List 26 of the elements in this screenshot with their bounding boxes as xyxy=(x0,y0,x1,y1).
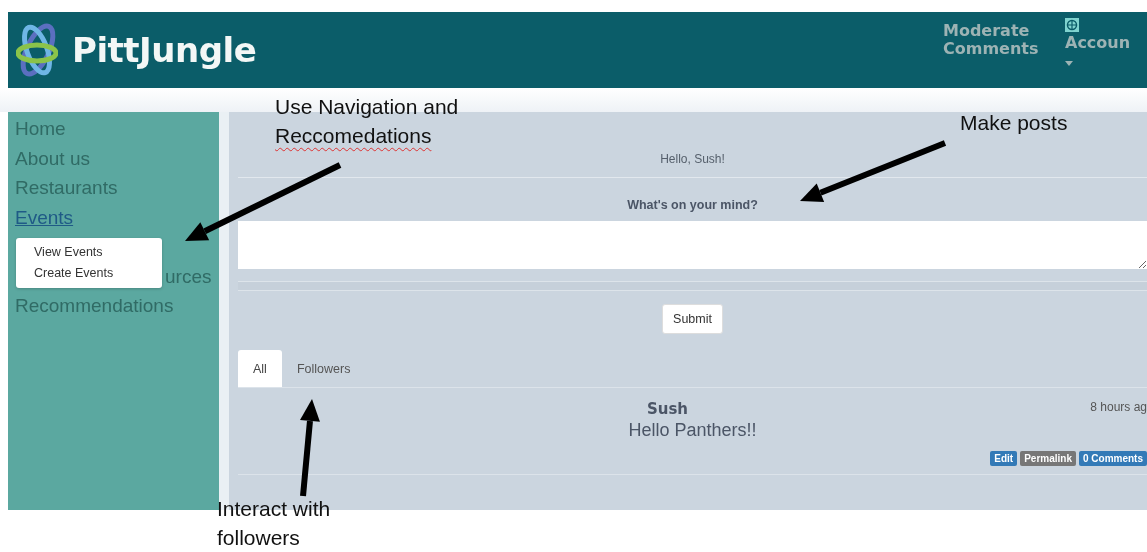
tab[interactable]: All xyxy=(238,350,282,387)
post-author: Sush xyxy=(646,400,689,418)
menu-item[interactable]: View Events xyxy=(16,242,162,263)
tab[interactable]: Followers xyxy=(281,350,366,387)
logo-text[interactable]: PittJungle xyxy=(72,30,257,70)
annotation-text: followers xyxy=(217,525,300,551)
prompt-label: What's on your mind? xyxy=(627,198,758,212)
logo-icon xyxy=(16,20,58,80)
post-input[interactable] xyxy=(238,221,1147,269)
post-time: 8 hours ag xyxy=(1090,400,1147,414)
account-icon xyxy=(1065,18,1079,32)
greeting-text: Hello, Sush! xyxy=(660,152,725,166)
post-text: Hello Panthers!! xyxy=(628,420,757,441)
annotation-text: Reccomedations xyxy=(275,123,432,149)
caret-icon[interactable] xyxy=(1065,61,1073,66)
submit-button[interactable]: Submit xyxy=(662,304,723,334)
annotation-text: Interact with xyxy=(217,496,331,522)
menu-item[interactable]: Create Events xyxy=(16,263,162,284)
account-link[interactable]: Accoun xyxy=(1065,33,1131,52)
post-action-button[interactable]: Edit xyxy=(990,451,1018,466)
post-action-button[interactable]: Permalink xyxy=(1020,451,1076,466)
annotation-text: Use Navigation and xyxy=(275,94,459,120)
annotation-text: Make posts xyxy=(960,110,1068,136)
moderate-comments-link[interactable]: Moderate Comments xyxy=(943,22,1043,58)
post-action-button[interactable]: 0 Comments xyxy=(1079,451,1147,466)
nav-link[interactable]: Events xyxy=(8,202,74,232)
